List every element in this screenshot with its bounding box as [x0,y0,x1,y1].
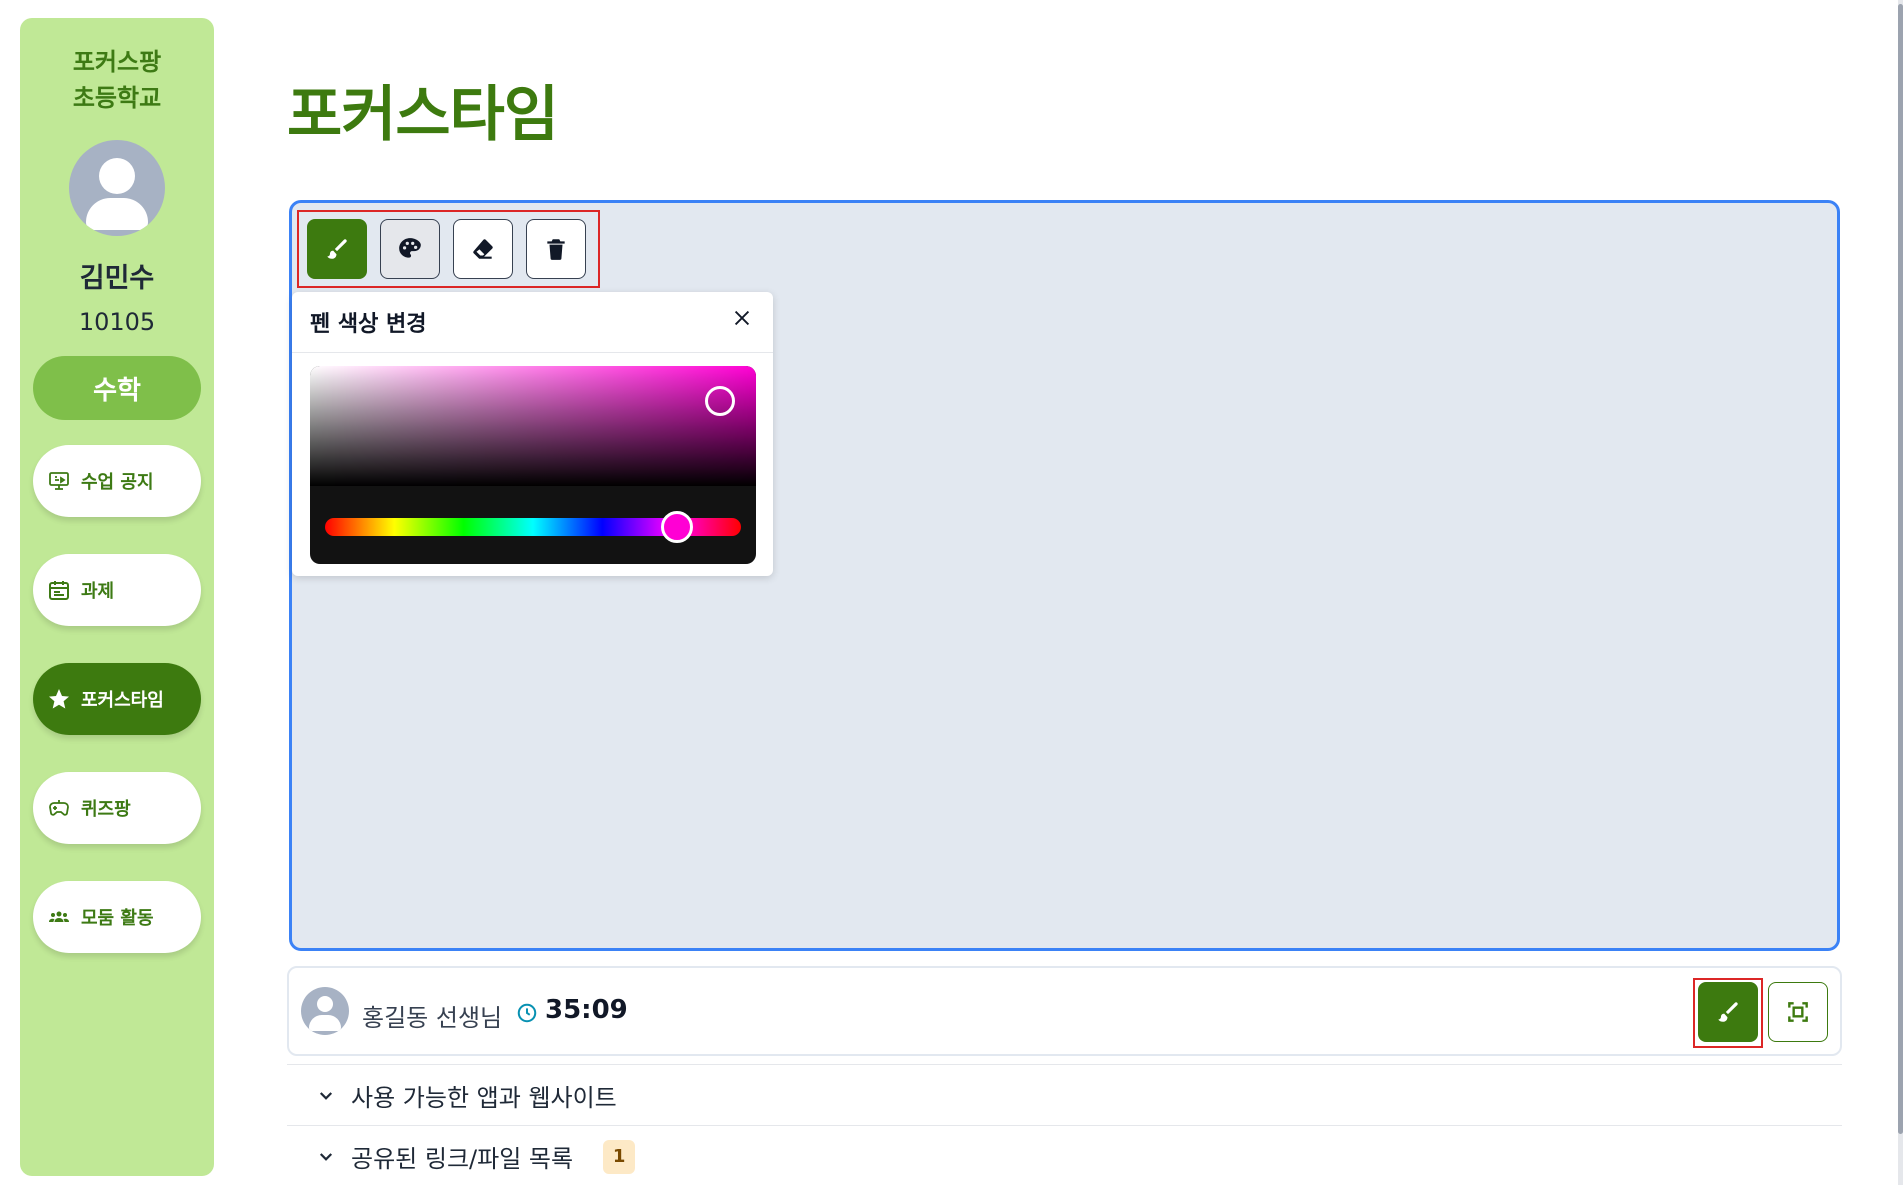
student-avatar [69,140,165,236]
sidebar-item-focustime[interactable]: 포커스타임 [33,663,201,735]
accordion-allowed-apps[interactable]: 사용 가능한 앱과 웹사이트 [287,1064,1842,1126]
sidebar-item-group[interactable]: 모둠 활동 [33,881,201,953]
sidebar-item-label: 수업 공지 [81,472,154,493]
sidebar-item-label: 모둠 활동 [81,908,154,929]
sidebar-item-label: 포커스타임 [81,690,164,711]
session-timer: 35:09 [545,995,628,1025]
popup-title: 펜 색상 변경 [310,312,427,337]
student-id: 10105 [78,308,156,336]
accordion-shared-links[interactable]: 공유된 링크/파일 목록 1 [287,1125,1842,1185]
pen-color-popup: 펜 색상 변경 [292,292,773,576]
fullscreen-icon [1788,1002,1808,1022]
teacher-name: 홍길동 선생님 [362,1004,503,1032]
teacher-avatar [301,987,349,1035]
palette-tool-button[interactable] [380,219,440,279]
star-icon [49,689,69,709]
student-name: 김민수 [79,263,155,294]
gamepad-icon [49,800,69,816]
monitor-icon [49,472,69,490]
sidebar-item-quiz[interactable]: 퀴즈팡 [33,772,201,844]
eraser-icon [473,239,493,259]
brush-icon [1718,1002,1738,1022]
saturation-area[interactable] [310,366,756,486]
close-icon [734,310,750,326]
calendar-icon [49,581,69,600]
close-button[interactable] [728,304,756,332]
page-title: 포커스타임 [287,80,559,150]
saturation-handle[interactable] [705,386,735,416]
app-root: 포커스팡 초등학교 김민수 10105 수학 수업 공지 과제 포커스타임 퀴즈… [0,0,1903,1185]
group-icon [49,911,69,922]
accordion-label: 사용 가능한 앱과 웹사이트 [351,1084,617,1112]
brush-icon [327,239,347,259]
clear-tool-button[interactable] [526,219,586,279]
draw-mode-button[interactable] [1698,982,1758,1042]
trash-icon [547,239,565,260]
sidebar-item-assignment[interactable]: 과제 [33,554,201,626]
clock-icon [517,1003,537,1023]
sidebar-item-label: 과제 [81,581,115,602]
sidebar-item-notice[interactable]: 수업 공지 [33,445,201,517]
sidebar-item-label: 퀴즈팡 [81,799,131,820]
fullscreen-button[interactable] [1768,982,1828,1042]
subject-badge: 수학 [33,356,201,420]
hue-slider-handle[interactable] [661,511,693,543]
palette-icon [399,238,421,258]
chevron-down-icon [319,1152,333,1161]
scrollbar-thumb[interactable] [1898,4,1903,1134]
school-name: 포커스팡 초등학교 [72,48,162,112]
divider [292,352,773,353]
count-badge: 1 [603,1139,636,1174]
chevron-down-icon [319,1091,333,1100]
color-picker [310,366,756,564]
eraser-tool-button[interactable] [453,219,513,279]
brush-tool-button[interactable] [307,219,367,279]
accordion-label: 공유된 링크/파일 목록 [351,1145,574,1173]
